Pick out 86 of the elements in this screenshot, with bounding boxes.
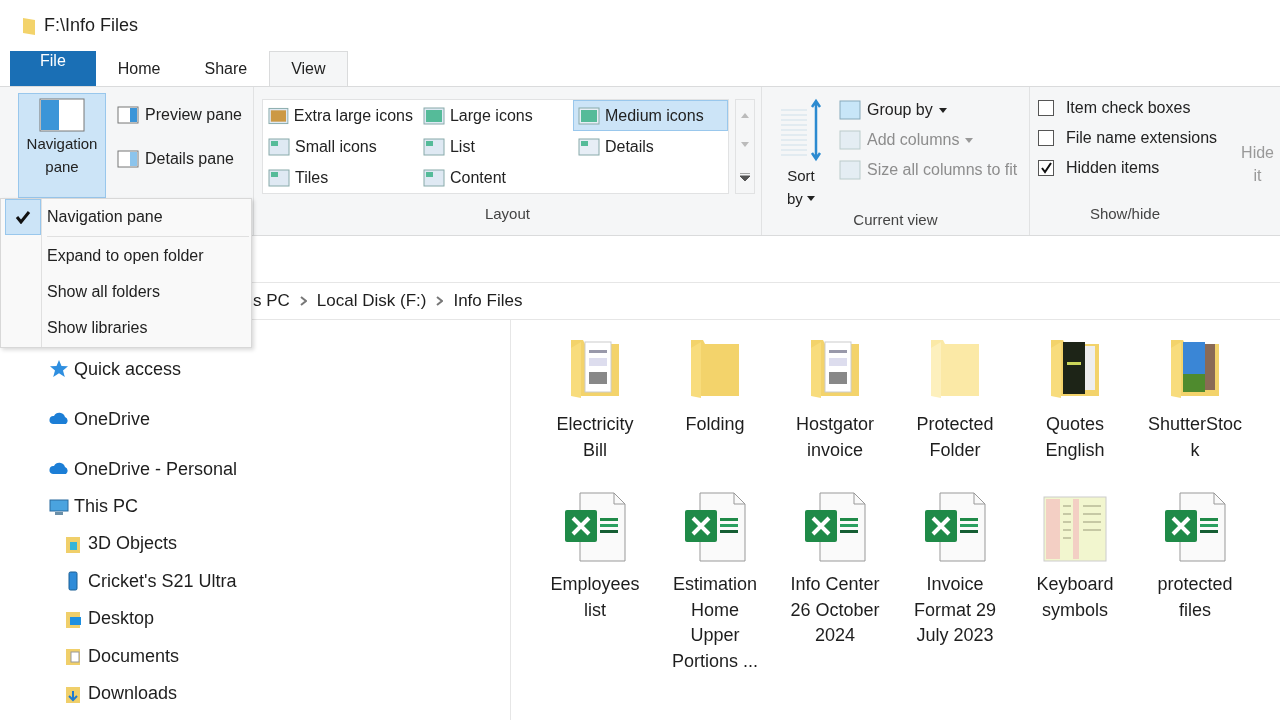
file-name[interactable]: ShutterStock bbox=[1145, 412, 1245, 463]
breadcrumb[interactable]: Info Files bbox=[453, 291, 523, 311]
file-name[interactable]: Employees list bbox=[545, 572, 645, 623]
gallery-scrollbar[interactable] bbox=[734, 99, 755, 194]
pane-button[interactable]: Preview pane bbox=[112, 103, 247, 127]
window-title: F:\Info Files bbox=[44, 15, 139, 36]
file-name[interactable]: Folding bbox=[665, 412, 765, 438]
spreadsheet-icon bbox=[804, 492, 866, 562]
view-icon bbox=[267, 137, 290, 156]
nav-item[interactable]: OneDrive - Personal bbox=[74, 458, 238, 480]
nav-item[interactable]: Documents bbox=[88, 645, 180, 667]
star-icon bbox=[48, 359, 70, 379]
folder-icon bbox=[22, 15, 36, 36]
view-icon bbox=[422, 168, 445, 187]
check-mark-icon bbox=[1039, 162, 1052, 174]
file-name[interactable]: Keyboard symbols bbox=[1025, 572, 1125, 623]
pane-button[interactable]: Details pane bbox=[112, 147, 247, 171]
file-name[interactable]: protected files bbox=[1145, 572, 1245, 623]
nav-item[interactable]: OneDrive bbox=[74, 408, 151, 430]
checkbox[interactable]: Item check boxes bbox=[1037, 95, 1218, 121]
spreadsheet-icon bbox=[924, 492, 986, 562]
view-icon bbox=[422, 106, 445, 125]
breadcrumb[interactable]: s PC bbox=[253, 291, 290, 311]
nav-item[interactable]: 3D Objects bbox=[88, 533, 178, 555]
file-name[interactable]: Invoice Format 29 July 2023 bbox=[905, 572, 1005, 649]
view-icon bbox=[422, 137, 445, 156]
menu-item[interactable]: Show all folders bbox=[1, 274, 251, 310]
file-name[interactable]: Electricity Bill bbox=[545, 412, 645, 463]
sort-by-button[interactable]: Sort by bbox=[773, 93, 828, 211]
group-label: Layout bbox=[483, 205, 531, 224]
view-icon bbox=[577, 137, 600, 156]
layout-option[interactable]: List bbox=[417, 131, 573, 162]
file-tab[interactable]: File bbox=[10, 51, 96, 86]
column-icon bbox=[838, 100, 861, 120]
file-name[interactable]: Estimation Home Upper Portions ... bbox=[665, 572, 765, 674]
nav-item[interactable]: Cricket's S21 Ultra bbox=[88, 570, 237, 592]
breadcrumb[interactable]: Local Disk (F:) bbox=[316, 291, 427, 311]
nav-item[interactable]: This PC bbox=[74, 496, 138, 517]
file-name[interactable]: Quotes English bbox=[1025, 412, 1125, 463]
spreadsheet-icon bbox=[564, 492, 626, 562]
checkbox[interactable]: Hidden items bbox=[1037, 155, 1218, 181]
ribbon-tab[interactable]: View bbox=[269, 51, 348, 86]
scroll-down-icon[interactable] bbox=[740, 142, 749, 149]
view-command[interactable]: Group by bbox=[833, 97, 1023, 123]
more-icon[interactable] bbox=[739, 172, 750, 181]
nav-item[interactable]: Desktop bbox=[88, 608, 155, 630]
file-name[interactable]: Protected Folder bbox=[905, 412, 1005, 463]
menu-item[interactable]: Expand to open folder bbox=[1, 238, 251, 274]
pane-icon bbox=[117, 150, 139, 168]
ribbon-tab[interactable]: Home bbox=[95, 51, 183, 86]
layout-option[interactable]: Tiles bbox=[262, 162, 418, 193]
pane-icon bbox=[117, 106, 139, 124]
spreadsheet-icon bbox=[1164, 492, 1226, 562]
layout-option[interactable]: Content bbox=[417, 162, 573, 193]
group-label: Show/hide bbox=[1088, 205, 1161, 224]
pc-icon bbox=[48, 496, 70, 517]
ribbon-tab[interactable]: Share bbox=[182, 51, 270, 86]
chevron-icon bbox=[299, 296, 307, 306]
layout-option[interactable]: Details bbox=[572, 131, 728, 162]
chevron-icon bbox=[436, 296, 444, 306]
caret-icon bbox=[806, 196, 815, 201]
checkbox[interactable]: File name extensions bbox=[1037, 125, 1218, 151]
file-name[interactable]: Hostgator invoice bbox=[785, 412, 885, 463]
caret-icon bbox=[965, 137, 974, 143]
column-icon bbox=[838, 160, 861, 180]
file-name[interactable]: Info Center 26 October 2024 bbox=[785, 572, 885, 649]
layout-option[interactable]: Small icons bbox=[262, 131, 418, 162]
spreadsheet-icon bbox=[684, 492, 746, 562]
table-thumbnail-icon bbox=[1043, 496, 1107, 562]
group-label: Current view bbox=[852, 211, 939, 230]
view-icon bbox=[267, 106, 289, 125]
caret-icon bbox=[938, 107, 947, 113]
scroll-up-icon[interactable] bbox=[740, 112, 749, 119]
nav-item[interactable]: Quick access bbox=[74, 358, 182, 380]
view-icon bbox=[267, 168, 290, 187]
layout-option[interactable]: Medium icons bbox=[572, 100, 728, 131]
column-icon bbox=[838, 130, 861, 150]
sort-icon bbox=[778, 98, 823, 164]
nav-item[interactable]: Downloads bbox=[88, 683, 178, 705]
navigation-pane-button[interactable]: Navigation pane bbox=[18, 93, 106, 198]
navigation-pane-icon bbox=[39, 98, 85, 132]
view-icon bbox=[577, 106, 600, 125]
layout-option[interactable]: Large icons bbox=[417, 100, 573, 131]
menu-item[interactable]: Show libraries bbox=[1, 310, 251, 346]
layout-option[interactable]: Extra large icons bbox=[262, 100, 418, 131]
menu-item[interactable]: Navigation pane bbox=[1, 199, 251, 235]
